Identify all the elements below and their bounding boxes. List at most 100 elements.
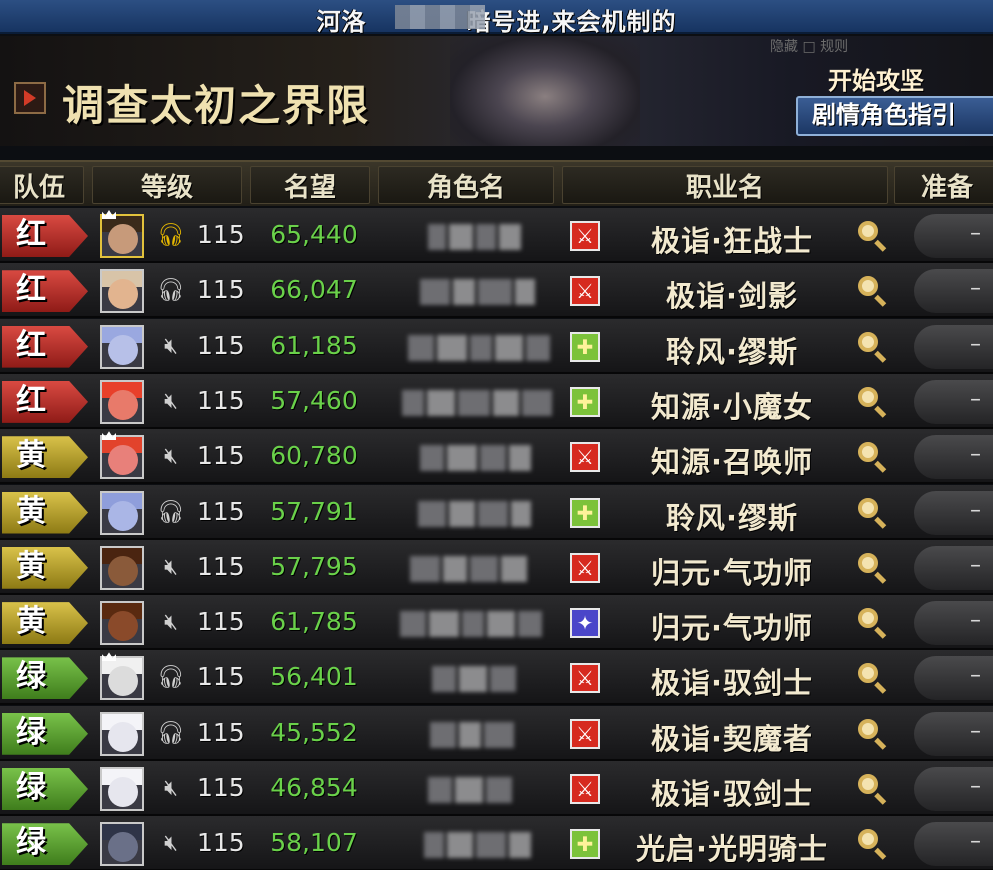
mute-icon[interactable]: 🔇︎ xyxy=(156,388,186,416)
party-member-row[interactable]: 绿 🎧︎ 115 56,401 ⚔ 极诣·驭剑士 – xyxy=(0,650,993,706)
character-portrait[interactable] xyxy=(100,656,144,701)
character-fame: 45,552 xyxy=(270,717,358,747)
ready-status-toggle[interactable]: – xyxy=(914,822,993,867)
ready-status-toggle[interactable]: – xyxy=(914,545,993,590)
character-name-censored xyxy=(424,832,534,859)
team-badge: 绿 xyxy=(2,768,88,810)
job-name: 聆风·缪斯 xyxy=(665,500,799,535)
magnifier-lens xyxy=(858,442,878,463)
magnifier-lens xyxy=(858,497,878,518)
job-name: 知源·小魔女 xyxy=(650,389,814,424)
character-portrait[interactable] xyxy=(100,711,144,756)
character-portrait[interactable] xyxy=(100,767,144,811)
portrait-face xyxy=(108,500,138,531)
quest-play-button[interactable] xyxy=(14,82,46,114)
room-title-left: 河洛 xyxy=(316,8,367,36)
party-member-row[interactable]: 绿 🎧︎ 115 45,552 ⚔ 极诣·契魔者 – xyxy=(0,705,993,761)
story-guide-button[interactable]: 剧情角色指引 xyxy=(796,96,993,136)
job-name: 极诣·契魔者 xyxy=(650,721,814,756)
character-portrait[interactable] xyxy=(100,324,144,369)
magnifier-handle xyxy=(874,405,887,418)
ready-status-toggle[interactable]: – xyxy=(914,490,993,535)
character-name-censored xyxy=(420,445,534,472)
ready-status-toggle[interactable]: – xyxy=(914,324,993,369)
character-portrait[interactable] xyxy=(100,214,144,258)
portrait-face xyxy=(108,334,138,365)
party-member-row[interactable]: 绿 🔇︎ 115 58,107 ✚ 光启·光明骑士 – xyxy=(0,816,993,870)
quest-title: 调查太初之界限 xyxy=(62,81,371,130)
ready-status-toggle[interactable]: – xyxy=(914,214,993,258)
col-team[interactable]: 队伍 xyxy=(0,166,84,204)
character-fame: 57,460 xyxy=(270,385,358,415)
inspect-magnifier-icon[interactable] xyxy=(856,219,890,253)
inspect-magnifier-icon[interactable] xyxy=(856,551,890,585)
magnifier-lens xyxy=(858,718,878,739)
party-member-row[interactable]: 黄 🎧︎ 115 57,791 ✚ 聆风·缪斯 – xyxy=(0,484,993,540)
party-member-row[interactable]: 红 🔇︎ 115 61,185 ✚ 聆风·缪斯 – xyxy=(0,318,993,374)
party-member-row[interactable]: 黄 🔇︎ 115 60,780 ⚔ 知源·召唤师 – xyxy=(0,429,993,485)
col-job-name[interactable]: 职业名 xyxy=(562,166,888,204)
party-member-row[interactable]: 红 🎧︎ 115 65,440 ⚔ 极诣·狂战士 – xyxy=(0,208,993,263)
party-member-row[interactable]: 黄 🔇︎ 115 61,785 ✦ 归元·气功师 – xyxy=(0,595,993,651)
dealer-role-icon: ⚔ xyxy=(570,552,600,583)
inspect-magnifier-icon[interactable] xyxy=(856,827,890,861)
character-name-censored xyxy=(410,555,530,582)
mute-icon[interactable]: 🔇︎ xyxy=(156,554,186,582)
character-level: 115 xyxy=(197,773,245,802)
inspect-magnifier-icon[interactable] xyxy=(856,330,890,364)
headset-icon[interactable]: 🎧︎ xyxy=(156,277,186,305)
col-fame[interactable]: 名望 xyxy=(250,166,370,204)
party-member-row[interactable]: 绿 🔇︎ 115 46,854 ⚔ 极诣·驭剑士 – xyxy=(0,761,993,816)
character-portrait[interactable] xyxy=(100,822,144,867)
ready-status-toggle[interactable]: – xyxy=(914,601,993,646)
mute-icon[interactable]: 🔇︎ xyxy=(156,333,186,361)
team-badge: 黄 xyxy=(2,491,88,534)
team-badge: 绿 xyxy=(2,823,88,866)
character-portrait[interactable] xyxy=(100,435,144,480)
mute-icon[interactable]: 🔇︎ xyxy=(156,443,186,471)
leader-crown-icon xyxy=(102,652,116,662)
inspect-magnifier-icon[interactable] xyxy=(856,606,890,640)
party-member-row[interactable]: 红 🔇︎ 115 57,460 ✚ 知源·小魔女 – xyxy=(0,373,993,429)
col-ready[interactable]: 准备 xyxy=(894,166,993,204)
headset-icon[interactable]: 🎧︎ xyxy=(156,720,186,748)
col-character-name[interactable]: 角色名 xyxy=(378,166,554,204)
ready-status-toggle[interactable]: – xyxy=(914,656,993,701)
dealer-role-icon: ⚔ xyxy=(570,663,600,694)
character-portrait[interactable] xyxy=(100,379,144,424)
character-name-censored xyxy=(418,500,534,527)
ready-status-toggle[interactable]: – xyxy=(914,379,993,424)
mute-icon[interactable]: 🔇︎ xyxy=(156,830,186,858)
job-name: 极诣·驭剑士 xyxy=(650,666,814,701)
party-member-row[interactable]: 红 🎧︎ 115 66,047 ⚔ 极诣·剑影 – xyxy=(0,263,993,319)
ready-status-toggle[interactable]: – xyxy=(914,711,993,756)
magnifier-handle xyxy=(874,239,887,252)
ready-status-toggle[interactable]: – xyxy=(914,767,993,811)
inspect-magnifier-icon[interactable] xyxy=(856,661,890,695)
ready-status-toggle[interactable]: – xyxy=(914,435,993,480)
inspect-magnifier-icon[interactable] xyxy=(856,717,890,751)
inspect-magnifier-icon[interactable] xyxy=(856,440,890,474)
inspect-magnifier-icon[interactable] xyxy=(856,496,890,530)
inspect-magnifier-icon[interactable] xyxy=(856,772,890,806)
character-fame: 60,780 xyxy=(270,441,358,471)
character-portrait[interactable] xyxy=(100,601,144,646)
character-portrait[interactable] xyxy=(100,490,144,535)
headset-icon[interactable]: 🎧︎ xyxy=(156,499,186,527)
character-portrait[interactable] xyxy=(100,545,144,590)
portrait-face xyxy=(108,555,138,586)
magnifier-handle xyxy=(874,626,887,639)
job-name: 聆风·缪斯 xyxy=(665,334,799,369)
party-member-row[interactable]: 黄 🔇︎ 115 57,795 ⚔ 归元·气功师 – xyxy=(0,539,993,595)
inspect-magnifier-icon[interactable] xyxy=(856,385,890,419)
portrait-face xyxy=(108,224,138,254)
col-level[interactable]: 等级 xyxy=(92,166,242,204)
headset-icon[interactable]: 🎧︎ xyxy=(156,664,186,692)
mute-icon[interactable]: 🔇︎ xyxy=(156,609,186,637)
character-name-censored xyxy=(408,334,553,361)
mute-icon[interactable]: 🔇︎ xyxy=(156,775,186,803)
character-portrait[interactable] xyxy=(100,269,144,314)
headset-icon[interactable]: 🎧︎ xyxy=(156,222,186,250)
inspect-magnifier-icon[interactable] xyxy=(856,274,890,308)
ready-status-toggle[interactable]: – xyxy=(914,269,993,314)
